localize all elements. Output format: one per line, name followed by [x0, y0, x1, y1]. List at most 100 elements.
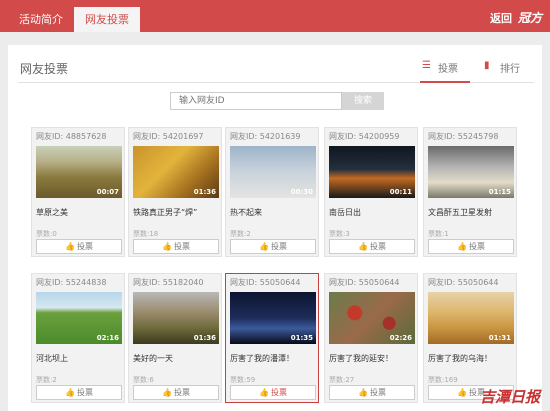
video-thumbnail[interactable]: 00:30: [230, 146, 316, 198]
vote-count: 票数:2: [36, 376, 57, 384]
duration: 00:07: [96, 188, 119, 196]
vote-button[interactable]: 👍 投票: [133, 385, 219, 400]
vote-button-label: 投票: [369, 242, 386, 251]
thumbs-up-icon: 👍: [259, 242, 269, 251]
thumbs-up-icon: 👍: [457, 242, 467, 251]
video-thumbnail[interactable]: 01:15: [428, 146, 514, 198]
tab-ranking-label: 排行: [500, 64, 520, 75]
vote-button[interactable]: 👍 投票: [36, 239, 122, 254]
newspaper-watermark: 吉潭日报: [479, 388, 540, 406]
duration: 01:15: [488, 188, 511, 196]
vote-button[interactable]: 👍 投票: [428, 239, 514, 254]
vote-button[interactable]: 👍 投票: [329, 385, 415, 400]
video-thumbnail[interactable]: 00:07: [36, 146, 122, 198]
vote-count: 票数:27: [329, 376, 355, 384]
video-card[interactable]: 网友ID: 55245798 01:15 文昌酐五卫星发射 票数:1 👍 投票: [423, 127, 517, 257]
vote-button[interactable]: 👍 投票: [329, 239, 415, 254]
video-card[interactable]: 网友ID: 54201639 00:30 热不起来 票数:2 👍 投票: [225, 127, 319, 257]
video-title: 厉害了我的潘潭！: [230, 354, 294, 363]
vote-count: 票数:1: [428, 230, 449, 238]
video-thumbnail[interactable]: 01:31: [428, 292, 514, 344]
tab-vote-list-label: 投票: [438, 64, 458, 75]
user-id: 网友ID: 54201639: [230, 132, 301, 141]
duration: 01:36: [193, 188, 216, 196]
tab-vote-list[interactable]: ☰ 投票: [420, 59, 470, 83]
vote-button[interactable]: 👍 投票: [230, 239, 316, 254]
vote-button[interactable]: 👍 投票: [133, 239, 219, 254]
video-title: 铁路真正男子“焊”: [133, 208, 198, 217]
user-id: 网友ID: 55182040: [133, 278, 204, 287]
video-thumbnail[interactable]: 02:26: [329, 292, 415, 344]
vote-count: 票数:6: [133, 376, 154, 384]
duration: 00:30: [290, 188, 313, 196]
user-id: 网友ID: 55244838: [36, 278, 107, 287]
list-icon: ☰: [422, 60, 431, 71]
thumbs-up-icon: 👍: [457, 388, 467, 397]
video-thumbnail[interactable]: 01:35: [230, 292, 316, 344]
vote-button-label: 投票: [369, 388, 386, 397]
thumbs-up-icon: 👍: [358, 388, 368, 397]
vote-button-label: 投票: [270, 242, 287, 251]
vote-button-label: 投票: [270, 388, 287, 397]
vote-count: 票数:18: [133, 230, 159, 238]
video-card[interactable]: 网友ID: 55182040 01:36 美好的一天 票数:6 👍 投票: [128, 273, 222, 403]
thumbs-up-icon: 👍: [162, 242, 172, 251]
vote-button-label: 投票: [76, 388, 93, 397]
video-thumbnail[interactable]: 02:16: [36, 292, 122, 344]
bar-chart-icon: ▮: [484, 60, 490, 71]
video-card[interactable]: 网友ID: 54200959 00:11 南岳日出 票数:3 👍 投票: [324, 127, 418, 257]
duration: 01:35: [290, 334, 313, 342]
search-button[interactable]: 搜索: [342, 92, 384, 110]
vote-panel: 网友投票 ☰ 投票 ▮ 排行 搜索 网友ID: 48857628 00:07 草…: [8, 45, 542, 411]
video-thumbnail[interactable]: 00:11: [329, 146, 415, 198]
duration: 00:11: [389, 188, 412, 196]
video-title: 草原之美: [36, 208, 68, 217]
vote-button-label: 投票: [173, 388, 190, 397]
thumbs-up-icon: 👍: [259, 388, 269, 397]
video-card-selected[interactable]: 网友ID: 55050644 01:35 厉害了我的潘潭！ 票数:59 👍 投票: [225, 273, 319, 403]
vote-count: 票数:59: [230, 376, 256, 384]
panel-title: 网友投票: [20, 62, 69, 76]
video-title: 河北坝上: [36, 354, 68, 363]
vote-button-label: 投票: [173, 242, 190, 251]
tab-vote[interactable]: 网友投票: [74, 7, 140, 32]
vote-button-label: 投票: [468, 242, 485, 251]
vote-button[interactable]: 👍 投票: [230, 385, 316, 400]
user-id: 网友ID: 55050644: [230, 278, 301, 287]
user-id: 网友ID: 54200959: [329, 132, 400, 141]
video-card[interactable]: 网友ID: 55050644 02:26 厉害了我的延安！ 票数:27 👍 投票: [324, 273, 418, 403]
top-bar: 活动简介 网友投票 返回 冠方: [0, 0, 550, 32]
tab-ranking[interactable]: ▮ 排行: [482, 59, 532, 83]
thumbs-up-icon: 👍: [65, 388, 75, 397]
video-title: 热不起来: [230, 208, 262, 217]
video-card[interactable]: 网友ID: 48857628 00:07 草原之美 票数:0 👍 投票: [31, 127, 125, 257]
vote-button[interactable]: 👍 投票: [36, 385, 122, 400]
video-title: 文昌酐五卫星发射: [428, 208, 492, 217]
duration: 02:16: [96, 334, 119, 342]
video-title: 厉害了我的乌海！: [428, 354, 492, 363]
video-card[interactable]: 网友ID: 55244838 02:16 河北坝上 票数:2 👍 投票: [31, 273, 125, 403]
video-title: 南岳日出: [329, 208, 361, 217]
back-link[interactable]: 返回: [490, 10, 512, 26]
tab-intro[interactable]: 活动简介: [10, 7, 72, 32]
vote-count: 票数:0: [36, 230, 57, 238]
search-input[interactable]: [170, 92, 342, 110]
vote-count: 票数:3: [329, 230, 350, 238]
video-title: 厉害了我的延安！: [329, 354, 393, 363]
video-title: 美好的一天: [133, 354, 173, 363]
video-thumbnail[interactable]: 01:36: [133, 146, 219, 198]
duration: 01:31: [488, 334, 511, 342]
user-id: 网友ID: 55050644: [428, 278, 499, 287]
video-card[interactable]: 网友ID: 55050644 01:31 厉害了我的乌海！ 票数:169 👍 投票: [423, 273, 517, 403]
video-card[interactable]: 网友ID: 54201697 01:36 铁路真正男子“焊” 票数:18 👍 投票: [128, 127, 222, 257]
thumbs-up-icon: 👍: [162, 388, 172, 397]
user-id: 网友ID: 55050644: [329, 278, 400, 287]
thumbs-up-icon: 👍: [65, 242, 75, 251]
user-id: 网友ID: 55245798: [428, 132, 499, 141]
duration: 02:26: [389, 334, 412, 342]
duration: 01:36: [193, 334, 216, 342]
video-thumbnail[interactable]: 01:36: [133, 292, 219, 344]
vote-count: 票数:169: [428, 376, 458, 384]
vote-count: 票数:2: [230, 230, 251, 238]
user-id: 网友ID: 48857628: [36, 132, 107, 141]
